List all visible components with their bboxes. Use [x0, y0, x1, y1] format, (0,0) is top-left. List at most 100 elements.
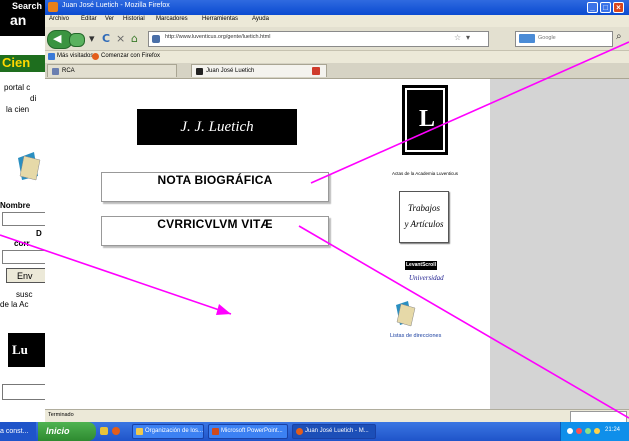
bookmark-most-visited[interactable]: Más visitados [57, 53, 93, 59]
tray-icon[interactable] [567, 428, 573, 434]
universidad-link[interactable]: Universidad [409, 274, 444, 282]
folder-icon [136, 428, 143, 435]
page-icon [196, 68, 203, 75]
tray-icon[interactable] [585, 428, 591, 434]
forward-button[interactable] [69, 33, 85, 47]
menu-historial[interactable]: Historial [123, 16, 145, 22]
academy-caption: Actas de la Academia Luventicus [391, 171, 459, 176]
portal-text-line: portal c [4, 83, 31, 92]
window-title: Juan José Luetich - Mozilla Firefox [62, 2, 170, 9]
brand-logo[interactable]: J. J. Luetich [137, 109, 297, 145]
articles-label: Trabajos y Artículos [400, 200, 448, 232]
minimize-icon[interactable]: _ [587, 2, 598, 13]
search-bar[interactable]: Google [515, 31, 613, 47]
maximize-icon[interactable]: □ [600, 2, 611, 13]
menu-editar[interactable]: Editar [81, 16, 97, 22]
email-field[interactable] [2, 250, 45, 264]
background-page: Search an Cien portal c di la cien Nombr… [0, 0, 45, 441]
clock: 21:24 [605, 427, 621, 433]
search-engine-icon[interactable] [519, 34, 535, 43]
subscribe-text: susc [16, 290, 33, 299]
articles-link[interactable]: Trabajos y Artículos [399, 191, 449, 243]
name-label: Nombre [0, 201, 31, 210]
taskbar-item-firefox[interactable]: Juan José Luetich - M... [292, 424, 376, 439]
status-text: Terminado [48, 412, 74, 418]
books-icon[interactable] [394, 299, 418, 327]
tray-icon[interactable] [594, 428, 600, 434]
system-tray: 21:24 [560, 422, 629, 441]
books-icon [18, 152, 41, 181]
articles-label-line: Trabajos [407, 203, 440, 213]
menu-ver[interactable]: Ver [105, 16, 114, 22]
portal-text-line: di [30, 94, 37, 103]
dropdown-arrow-icon[interactable]: ▾ [89, 32, 95, 45]
page-content: J. J. Luetich NOTA BIOGRÁFICA CVRRICVLVM… [45, 79, 490, 409]
tray-icon[interactable] [576, 428, 582, 434]
amazon-search-label: Search [12, 1, 43, 11]
cv-button[interactable]: CVRRICVLVM VITÆ [101, 216, 329, 246]
back-arrow-icon: ◀ [53, 32, 62, 45]
tab-label: Juan José Luetich [206, 68, 255, 74]
search-magnifier-icon[interactable]: ⌕ [616, 31, 622, 42]
taskbar: a const... Inicio Organización de los...… [0, 422, 629, 441]
firefox-icon [48, 2, 58, 12]
menu-herramientas[interactable]: Herramientas [202, 16, 238, 22]
tab-label: RCA [62, 68, 75, 74]
url-dropdown-icon[interactable]: ▾ [466, 33, 470, 42]
firefox-window: Juan José Luetich - Mozilla Firefox _ □ … [45, 0, 629, 422]
bio-button[interactable]: NOTA BIOGRÁFICA [101, 172, 329, 202]
home-icon[interactable]: ⌂ [131, 32, 138, 45]
firefox-bookmark-icon [92, 53, 99, 60]
site-favicon-icon [152, 35, 160, 43]
address-bar[interactable]: http://www.luventicus.org/gente/luetich.… [148, 31, 489, 47]
send-button[interactable]: Env [6, 268, 45, 283]
close-icon[interactable]: × [613, 2, 624, 13]
taskbar-item-organizacion[interactable]: Organización de los... [132, 424, 204, 439]
page-icon [52, 68, 59, 75]
status-bar: Terminado [45, 409, 629, 422]
powerpoint-icon [212, 428, 219, 435]
firefox-quicklaunch-icon[interactable] [112, 427, 120, 435]
d-label: D [36, 229, 42, 238]
articles-label-line: y Artículos [404, 219, 444, 229]
academy-logo-letter: L [418, 106, 435, 132]
title-bar[interactable]: Juan José Luetich - Mozilla Firefox _ □ … [45, 0, 629, 15]
taskbar-item-powerpoint[interactable]: Microsoft PowerPoint... [208, 424, 288, 439]
subscribe-text: de la Ac [0, 300, 29, 309]
bookmark-folder-icon [48, 53, 55, 60]
reload-icon[interactable]: C [102, 32, 110, 45]
mailing-lists-link[interactable]: Listas de direcciones [390, 333, 441, 339]
section-heading: Cien [2, 55, 31, 70]
taskbar-item-partial[interactable]: a const... [0, 422, 36, 441]
academy-logo-frame: L [405, 88, 445, 152]
menu-ayuda[interactable]: Ayuda [252, 16, 269, 22]
firefox-icon [296, 428, 303, 435]
luventicus-logo[interactable]: Lu [8, 333, 45, 367]
academy-logo[interactable]: L [402, 85, 448, 155]
menu-marcadores[interactable]: Marcadores [156, 16, 188, 22]
partial-box [2, 384, 45, 400]
status-progress-box [570, 411, 627, 422]
portal-text-line: la cien [6, 105, 30, 114]
bookmarks-toolbar: Más visitados Comenzar con Firefox [45, 51, 629, 63]
page-margin [490, 79, 629, 409]
bookmark-star-icon[interactable]: ☆ [454, 33, 461, 42]
search-placeholder: Google [538, 35, 556, 41]
bookmark-getting-started[interactable]: Comenzar con Firefox [101, 53, 160, 59]
start-button[interactable]: Inicio [38, 422, 96, 441]
tab-luetich[interactable]: Juan José Luetich [191, 64, 327, 77]
email-label: corr [14, 239, 30, 248]
levantscroll-logo[interactable]: LevantScroll [405, 261, 437, 270]
taskbar-item-label: Organización de los... [145, 428, 204, 434]
menu-archivo[interactable]: Archivo [49, 16, 69, 22]
url-text: http://www.luventicus.org/gente/luetich.… [165, 34, 271, 40]
stop-icon[interactable]: × [116, 32, 125, 45]
tab-close-icon[interactable] [312, 67, 320, 75]
name-field[interactable] [2, 212, 45, 226]
taskbar-item-label: Juan José Luetich - M... [305, 428, 369, 434]
taskbar-item-label: Microsoft PowerPoint... [221, 428, 283, 434]
navigation-toolbar: ◀ ▾ C × ⌂ http://www.luventicus.org/gent… [45, 27, 629, 51]
quicklaunch-icon[interactable] [100, 427, 108, 435]
tab-bar: RCA Juan José Luetich [45, 63, 629, 79]
tab-rca[interactable]: RCA [47, 64, 177, 77]
